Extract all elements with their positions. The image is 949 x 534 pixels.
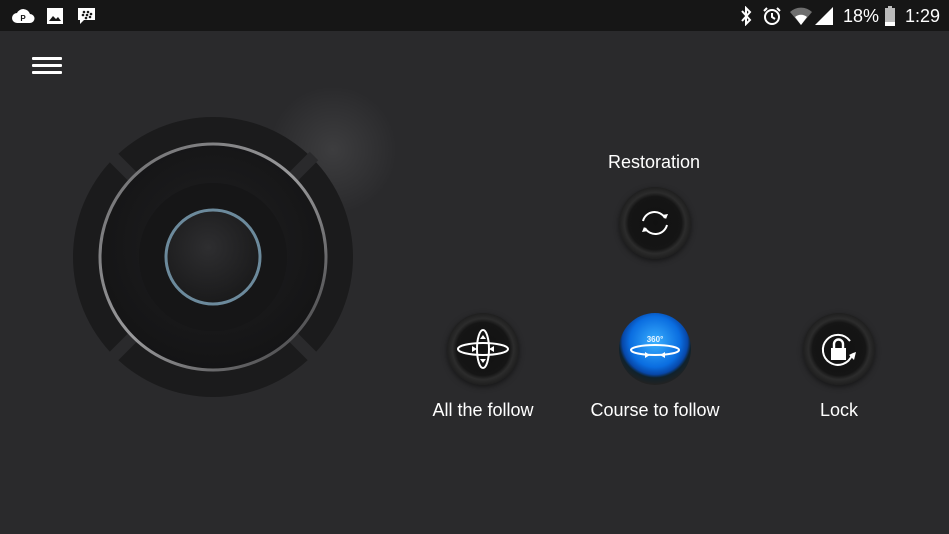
refresh-cycle-icon — [642, 211, 668, 235]
clock: 1:29 — [905, 6, 941, 26]
lock-button[interactable] — [803, 313, 875, 385]
course-follow-label: Course to follow — [590, 400, 720, 420]
restoration-label: Restoration — [607, 152, 701, 172]
restoration-button[interactable] — [619, 187, 691, 259]
all-follow-button[interactable] — [447, 313, 519, 385]
joystick-knob — [164, 208, 262, 306]
cloud-p-icon: P — [11, 6, 35, 26]
hamburger-menu-icon — [32, 57, 62, 60]
all-axis-follow-icon — [457, 329, 509, 369]
menu-line — [32, 64, 62, 67]
image-icon — [46, 6, 64, 26]
battery-percent: 18% — [843, 6, 880, 26]
lock-label: Lock — [819, 400, 859, 420]
bluetooth-icon — [739, 6, 753, 26]
alarm-icon — [762, 6, 782, 26]
all-follow-label: All the follow — [432, 400, 534, 420]
svg-text:P: P — [20, 14, 26, 23]
lock-rotate-icon — [821, 333, 856, 366]
hamburger-menu-button[interactable] — [32, 55, 63, 77]
status-bar: P 18% 1:29 — [0, 0, 949, 31]
wifi-icon — [789, 6, 813, 26]
cellular-signal-icon — [814, 6, 834, 26]
menu-line — [32, 71, 62, 74]
battery-icon — [884, 6, 896, 26]
gimbal-joystick[interactable] — [72, 116, 354, 398]
360-badge: 360° — [647, 335, 664, 344]
course-follow-button[interactable]: 360° — [619, 313, 691, 385]
blackberry-messenger-icon — [77, 6, 96, 26]
360-rotate-icon: 360° — [630, 335, 680, 358]
